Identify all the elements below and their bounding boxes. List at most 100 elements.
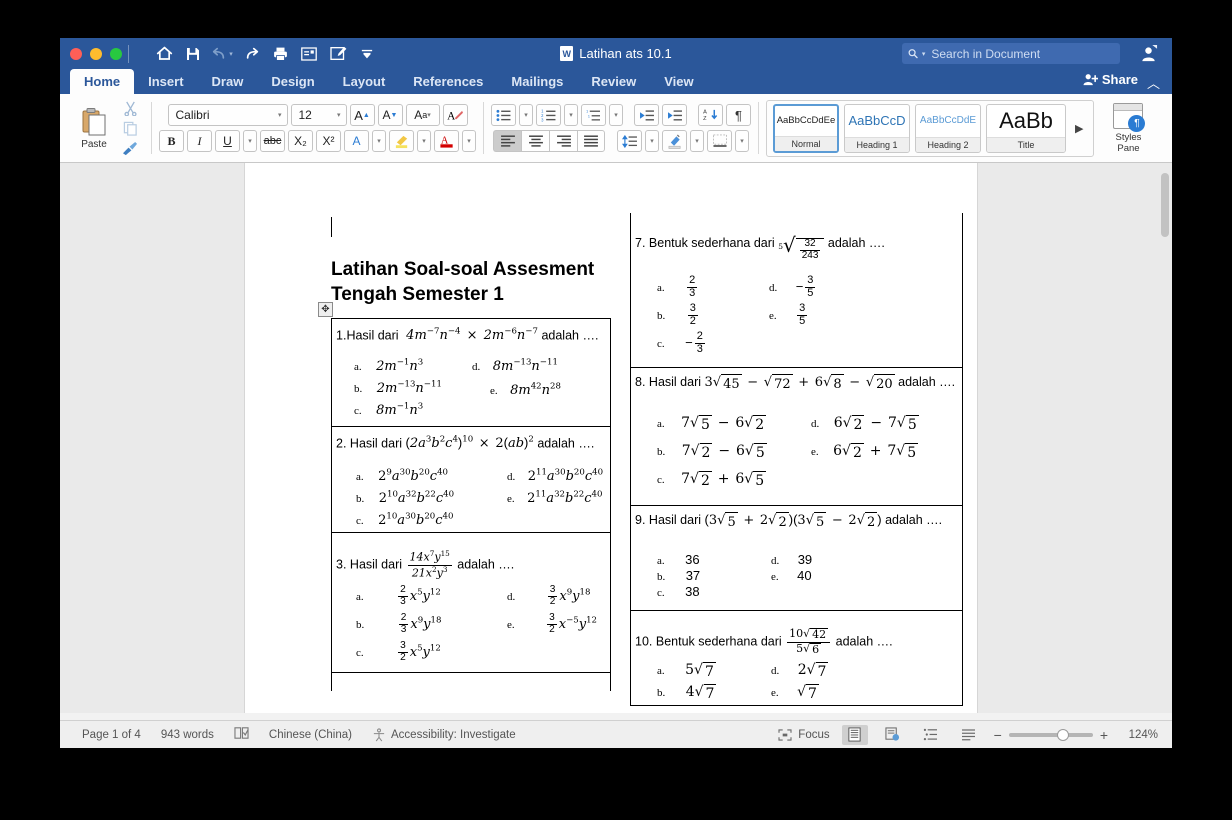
tab-review[interactable]: Review <box>577 69 650 94</box>
question-block-3[interactable]: 3. Hasil dari 14x7y15 21x2y3 adalah …. a.… <box>331 533 611 673</box>
option-d[interactable]: d. 6 √ 2 − 7 √ 5 <box>811 414 919 433</box>
decrease-indent-icon[interactable] <box>634 104 659 126</box>
search-scope-chevron-icon[interactable]: ▾ <box>922 50 926 58</box>
language-indicator[interactable]: Chinese (China) <box>269 729 352 741</box>
redo-icon[interactable] <box>238 42 264 66</box>
styles-more-button[interactable]: ▶ <box>1071 122 1087 135</box>
table-move-handle-icon[interactable]: ✥ <box>318 302 333 317</box>
home-icon[interactable] <box>151 42 177 66</box>
shading-chevron-icon[interactable]: ▾ <box>690 130 704 152</box>
option-a[interactable]: a. 29a30b20c40 <box>356 467 448 485</box>
font-color-chevron-icon[interactable]: ▾ <box>462 130 476 152</box>
tab-view[interactable]: View <box>650 69 707 94</box>
tab-references[interactable]: References <box>399 69 497 94</box>
styles-pane-button[interactable]: ¶ Styles Pane <box>1100 102 1156 154</box>
style-card-title[interactable]: AaBb Title <box>986 103 1066 153</box>
zoom-out-button[interactable]: − <box>994 727 1002 743</box>
option-b[interactable]: b. 2 3 x9y18 <box>356 612 441 636</box>
option-b[interactable]: b. 2m−13n−11 <box>354 379 442 397</box>
superscript-button[interactable]: X² <box>316 130 341 152</box>
accessibility-indicator[interactable]: Accessibility: Investigate <box>372 727 516 742</box>
ribbon-collapse-chevron-icon[interactable]: ︿ <box>1147 73 1160 92</box>
borders-icon[interactable] <box>707 130 732 152</box>
document-canvas[interactable]: Latihan Soal-soal Assesment Tengah Semes… <box>60 163 1172 713</box>
option-a[interactable]: a. 2 3 x5y12 <box>356 584 441 608</box>
cut-icon[interactable] <box>120 100 140 117</box>
strikethrough-button[interactable]: abc <box>260 130 285 152</box>
tab-mailings[interactable]: Mailings <box>497 69 577 94</box>
chevron-down-icon[interactable]: ▾ <box>337 111 341 119</box>
focus-button[interactable]: Focus <box>778 729 830 741</box>
option-d[interactable]: d. 8m−13n−11 <box>472 357 558 375</box>
option-c[interactable]: c. 210a30b20c40 <box>356 511 453 529</box>
bullet-list-icon[interactable] <box>491 104 516 126</box>
text-effects-icon[interactable]: A <box>344 130 369 152</box>
sort-icon[interactable]: AZ <box>698 104 723 126</box>
question-block-10[interactable]: 10. Bentuk sederhana dari 10 √ 42 5 √ 6 adala… <box>630 611 963 706</box>
edit-icon[interactable] <box>325 42 351 66</box>
print-icon[interactable] <box>267 42 293 66</box>
option-e[interactable]: e. 8m42n28 <box>490 381 561 399</box>
zoom-thumb[interactable] <box>1056 728 1069 741</box>
line-spacing-icon[interactable] <box>617 130 642 152</box>
option-c[interactable]: c. 7 √ 2 + 6 √ 5 <box>657 470 767 489</box>
question-block-1[interactable]: 1.Hasil dari 4m−7n−4 × 2m−6n−7 adalah ….… <box>331 319 611 427</box>
paste-button[interactable]: Paste <box>70 107 118 150</box>
minimize-button[interactable] <box>90 47 102 60</box>
print-preview-icon[interactable] <box>296 42 322 66</box>
search-box[interactable]: ▾ <box>902 43 1120 64</box>
zoom-level[interactable]: 124% <box>1120 729 1158 741</box>
maximize-button[interactable] <box>110 47 122 60</box>
option-c[interactable]: c. 3 2 x5y12 <box>356 640 441 664</box>
format-painter-icon[interactable] <box>120 140 140 157</box>
chevron-down-icon[interactable]: ▾ <box>278 111 282 119</box>
numbered-list-chevron-icon[interactable]: ▾ <box>564 104 578 126</box>
proofing-icon[interactable] <box>234 726 249 743</box>
option-b[interactable]: b. 32 <box>657 302 700 328</box>
save-icon[interactable] <box>180 42 206 66</box>
option-a[interactable]: a. 23 <box>657 274 699 300</box>
qat-more-icon[interactable] <box>354 42 380 66</box>
change-case-button[interactable]: Aa ▾ <box>405 104 440 126</box>
grow-font-button[interactable]: A ▲ <box>349 104 375 126</box>
option-d[interactable]: d. 3 2 x9y18 <box>507 584 590 608</box>
question-block-7[interactable]: 7. Bentuk sederhana dari 5 √ 32 243 adalah … <box>630 213 963 368</box>
multilevel-list-icon[interactable]: 11 <box>581 104 606 126</box>
option-e[interactable]: e. 40 <box>771 567 812 585</box>
option-b[interactable]: b. 7 √ 2 − 6 √ 5 <box>657 442 767 461</box>
tab-draw[interactable]: Draw <box>198 69 258 94</box>
option-d[interactable]: d. 2 √ 7 <box>771 661 829 680</box>
scrollbar-thumb[interactable] <box>1161 173 1169 237</box>
style-card-heading1[interactable]: AaBbCcD Heading 1 <box>844 103 910 153</box>
word-count[interactable]: 943 words <box>161 729 214 741</box>
align-left-icon[interactable] <box>493 130 521 152</box>
option-a[interactable]: a. 2m−1n3 <box>354 357 423 375</box>
option-c[interactable]: c. 8m−1n3 <box>354 401 423 419</box>
borders-chevron-icon[interactable]: ▾ <box>735 130 749 152</box>
option-e[interactable]: e. 3 2 x−5y12 <box>507 612 597 636</box>
option-c[interactable]: c. 38 <box>657 583 700 601</box>
zoom-slider[interactable]: − + <box>994 727 1108 743</box>
option-e[interactable]: e. 6 √ 2 + 7 √ 5 <box>811 442 919 461</box>
option-b[interactable]: b. 210a32b22c40 <box>356 489 454 507</box>
tab-home[interactable]: Home <box>70 69 135 94</box>
highlight-chevron-icon[interactable]: ▾ <box>417 130 431 152</box>
bullet-list-chevron-icon[interactable]: ▾ <box>519 104 533 126</box>
subscript-button[interactable]: X₂ <box>288 130 313 152</box>
search-input[interactable] <box>929 45 1114 62</box>
shrink-font-button[interactable]: A ▼ <box>377 104 403 126</box>
document-page[interactable]: Latihan Soal-soal Assesment Tengah Semes… <box>245 163 977 713</box>
option-a[interactable]: a. 5 √ 7 <box>657 661 716 680</box>
option-e[interactable]: e. 35 <box>769 302 809 328</box>
option-e[interactable]: e. √ 7 <box>771 683 819 702</box>
text-effects-chevron-icon[interactable]: ▾ <box>372 130 386 152</box>
option-c[interactable]: c. −2 3 <box>657 330 707 356</box>
style-card-normal[interactable]: AaBbCcDdEe Normal <box>773 103 839 153</box>
line-spacing-chevron-icon[interactable]: ▾ <box>645 130 659 152</box>
option-e[interactable]: e. 211a32b22c40 <box>507 489 602 507</box>
option-d[interactable]: d. −3 5 <box>769 274 817 300</box>
align-center-icon[interactable] <box>521 130 549 152</box>
web-layout-icon[interactable] <box>880 725 906 745</box>
font-color-icon[interactable]: A <box>434 130 459 152</box>
tab-layout[interactable]: Layout <box>329 69 400 94</box>
